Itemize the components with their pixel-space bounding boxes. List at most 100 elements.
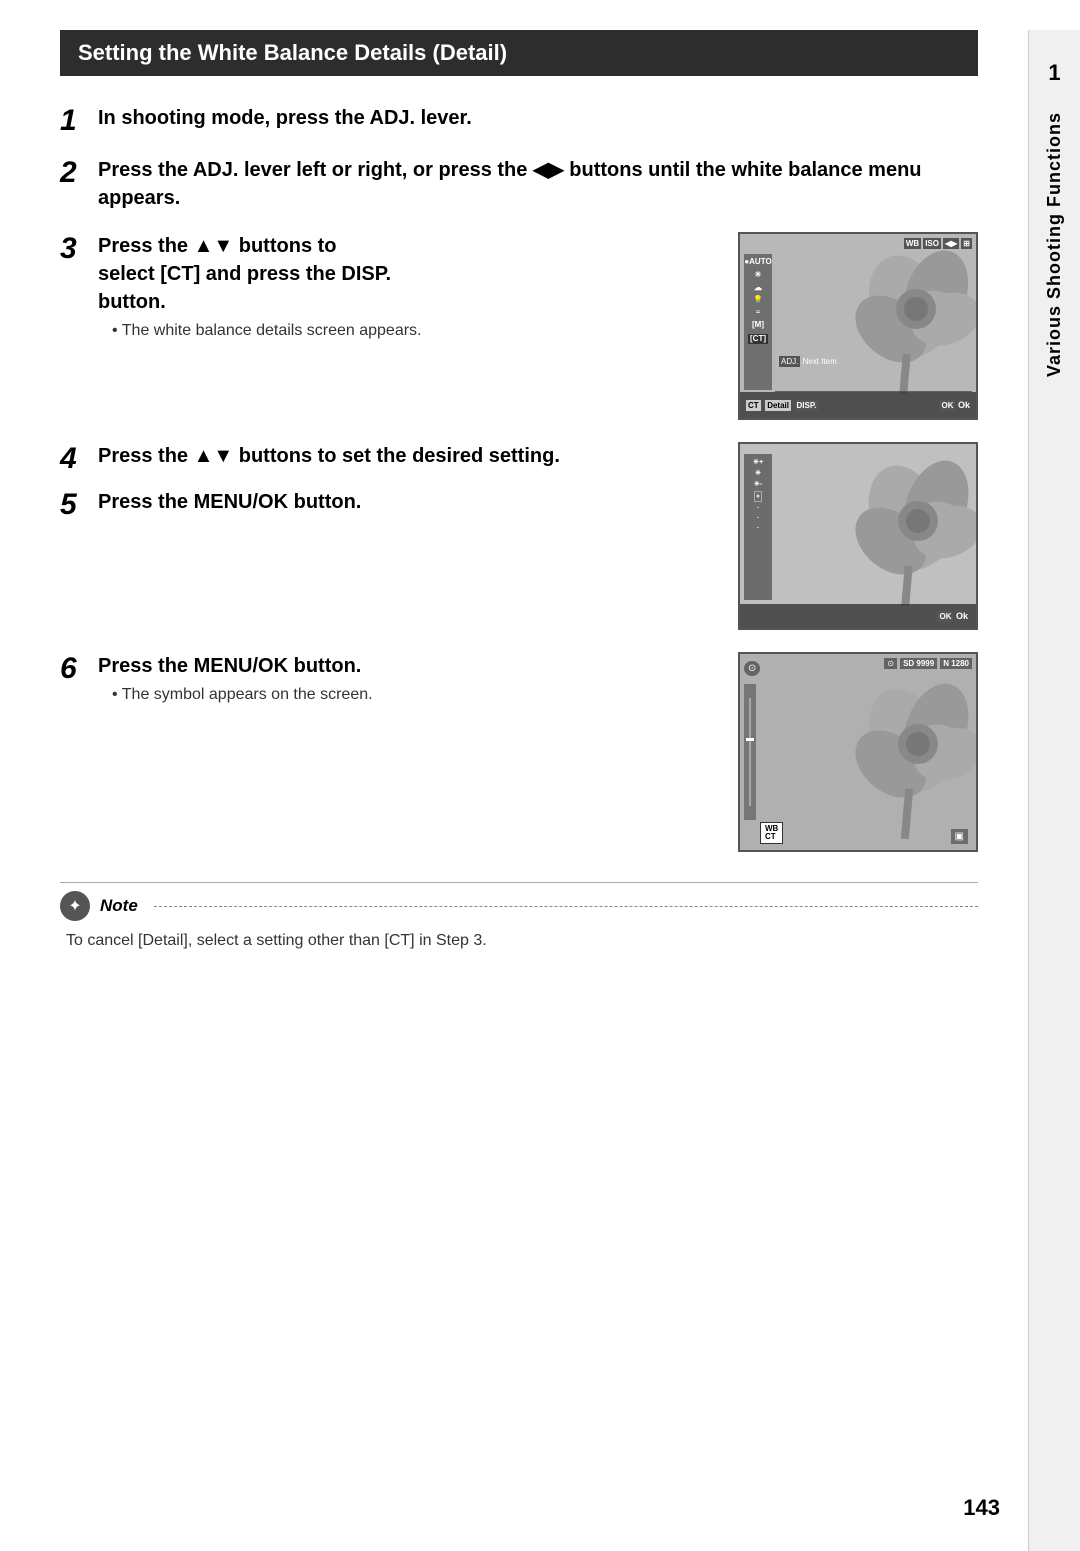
ok-box: OK <box>939 400 955 411</box>
adj-indicator-5: · <box>757 515 759 522</box>
adj-indicator-4: · <box>757 505 759 512</box>
step-3-text-col: 3 Press the ▲▼ buttons toselect [CT] and… <box>60 232 708 420</box>
screen-2-ok-bar: OK Ok <box>740 604 976 628</box>
n-label: N 1280 <box>940 658 972 669</box>
menu-m: [M] <box>752 321 764 330</box>
side-tab-number: 1 <box>1048 60 1060 86</box>
screen-1-bottom-bar: CT Detail DISP. OK Ok <box>740 392 976 418</box>
step-3-text: Press the ▲▼ buttons toselect [CT] and p… <box>98 232 708 316</box>
screen-3-top-right: ⊙ SD 9999 N 1280 <box>884 658 972 669</box>
adj-label: ADJ. Next Item <box>775 357 972 366</box>
ok-box-2: OK <box>937 611 953 622</box>
side-tab: 1 Various Shooting Functions <box>1028 30 1080 1551</box>
page-number: 143 <box>963 1495 1000 1521</box>
wb-ct-badge: WB CT <box>760 822 783 844</box>
adj-indicator-1: ☀+ <box>753 458 763 466</box>
note-text: To cancel [Detail], select a setting oth… <box>60 929 978 953</box>
grid-icon: ⊞ <box>961 238 972 249</box>
menu-cloud: ☁ <box>754 284 762 293</box>
screen-2-left-panel: ☀+ ☀ ☀- ● · · · <box>744 454 772 600</box>
screen-1-bottom-ok: OK Ok <box>939 400 970 410</box>
adj-indicator-6: · <box>757 525 759 532</box>
iso-icon: ISO <box>923 238 941 249</box>
step-3-number: 3 <box>60 234 98 264</box>
step-2-content: Press the ADJ. lever left or right, or p… <box>98 156 978 212</box>
screen-3-container: ⊙ ⊙ SD 9999 N 1280 WB <box>738 652 978 852</box>
step-5-content: Press the MENU/OK button. <box>98 488 708 516</box>
steps-4-5-group: 4 Press the ▲▼ buttons to set the desire… <box>60 442 978 630</box>
camera-icon: ⊙ <box>744 661 760 676</box>
step-4-number: 4 <box>60 444 98 474</box>
focus-icon: ⊙ <box>884 658 897 669</box>
disp-label: DISP. <box>795 400 819 411</box>
adj-box: ADJ. <box>779 356 800 367</box>
step-4-content: Press the ▲▼ buttons to set the desired … <box>98 442 708 470</box>
menu-bulb: 💡 <box>753 296 763 305</box>
step-5: 5 Press the MENU/OK button. <box>60 488 708 520</box>
level-indicator <box>746 738 754 741</box>
step-4-text: Press the ▲▼ buttons to set the desired … <box>98 442 708 470</box>
sd-label: SD 9999 <box>900 658 937 669</box>
steps-4-5-text-col: 4 Press the ▲▼ buttons to set the desire… <box>60 442 708 630</box>
step-6-number: 6 <box>60 654 98 684</box>
menu-ct: [CT] <box>748 334 768 345</box>
note-header: ✦ Note <box>60 891 978 921</box>
note-title: Note <box>100 896 138 916</box>
camera-screen-2: ☀+ ☀ ☀- ● · · · OK Ok <box>738 442 978 630</box>
adj-indicator-2: ☀ <box>755 469 761 477</box>
camera-screen-3: ⊙ ⊙ SD 9999 N 1280 WB <box>738 652 978 852</box>
note-dashes <box>154 906 978 907</box>
step-2-number: 2 <box>60 158 98 188</box>
note-icon: ✦ <box>60 891 90 921</box>
flower-image-2 <box>776 444 976 609</box>
step-1-number: 1 <box>60 106 98 136</box>
screen-2-container: ☀+ ☀ ☀- ● · · · OK Ok <box>738 442 978 630</box>
side-tab-label: Various Shooting Functions <box>1044 112 1065 377</box>
step-1-text: In shooting mode, press the ADJ. lever. <box>98 104 978 132</box>
screen-3-top-left: ⊙ <box>744 658 760 676</box>
step-2: 2 Press the ADJ. lever left or right, or… <box>60 156 978 212</box>
step-3-subtext: The white balance details screen appears… <box>98 322 708 340</box>
menu-fluor: ≈ <box>756 309 760 317</box>
level-bar <box>749 698 751 807</box>
screen-1-top-icons: WB ISO ◀▶ ⊞ <box>904 238 972 249</box>
step-6-text: Press the MENU/OK button. <box>98 652 708 680</box>
step-6-subtext: The symbol appears on the screen. <box>98 686 708 704</box>
step-6-content: Press the MENU/OK button. The symbol app… <box>98 652 708 704</box>
ct-text: CT <box>765 833 778 841</box>
step-5-number: 5 <box>60 490 98 520</box>
ct-label: CT <box>746 400 761 411</box>
arrows-icon: ◀▶ <box>943 238 959 249</box>
step-3: 3 Press the ▲▼ buttons toselect [CT] and… <box>60 232 708 340</box>
screen-3-left-bar <box>744 684 756 820</box>
menu-auto: ●AUTO <box>744 258 771 267</box>
screen-2-ok-label: OK Ok <box>937 611 968 621</box>
step-4: 4 Press the ▲▼ buttons to set the desire… <box>60 442 708 474</box>
step-1: 1 In shooting mode, press the ADJ. lever… <box>60 104 978 136</box>
wb-icon: WB <box>904 238 921 249</box>
flower-image-1 <box>776 234 976 394</box>
divider-1 <box>775 391 972 392</box>
adj-indicator-sel: ● <box>754 491 762 502</box>
note-section: ✦ Note To cancel [Detail], select a sett… <box>60 882 978 953</box>
step-2-text: Press the ADJ. lever left or right, or p… <box>98 156 978 212</box>
adj-indicator-3: ☀- <box>754 480 763 488</box>
detail-label: Detail <box>765 400 791 411</box>
step-6: 6 Press the MENU/OK button. The symbol a… <box>60 652 708 704</box>
step-3-group: 3 Press the ▲▼ buttons toselect [CT] and… <box>60 232 978 420</box>
menu-sun: ☀ <box>754 271 761 280</box>
camera-screen-1: ●AUTO ☀ ☁ 💡 ≈ [M] [CT] WB ISO ◀▶ ⊞ <box>738 232 978 420</box>
step-6-text-col: 6 Press the MENU/OK button. The symbol a… <box>60 652 708 852</box>
page-title: Setting the White Balance Details (Detai… <box>60 30 978 76</box>
main-content: Setting the White Balance Details (Detai… <box>0 30 1028 1013</box>
step-1-content: In shooting mode, press the ADJ. lever. <box>98 104 978 132</box>
battery-icon: ▣ <box>951 829 968 844</box>
screen-1-container: ●AUTO ☀ ☁ 💡 ≈ [M] [CT] WB ISO ◀▶ ⊞ <box>738 232 978 420</box>
flower-image-3 <box>776 654 976 852</box>
page: 1 Various Shooting Functions Setting the… <box>0 30 1080 1551</box>
step-3-content: Press the ▲▼ buttons toselect [CT] and p… <box>98 232 708 340</box>
step-6-group: 6 Press the MENU/OK button. The symbol a… <box>60 652 978 852</box>
screen-1-bottom-detail: CT Detail DISP. <box>746 400 818 410</box>
screen-left-menu: ●AUTO ☀ ☁ 💡 ≈ [M] [CT] <box>744 254 772 390</box>
step-5-text: Press the MENU/OK button. <box>98 488 708 516</box>
